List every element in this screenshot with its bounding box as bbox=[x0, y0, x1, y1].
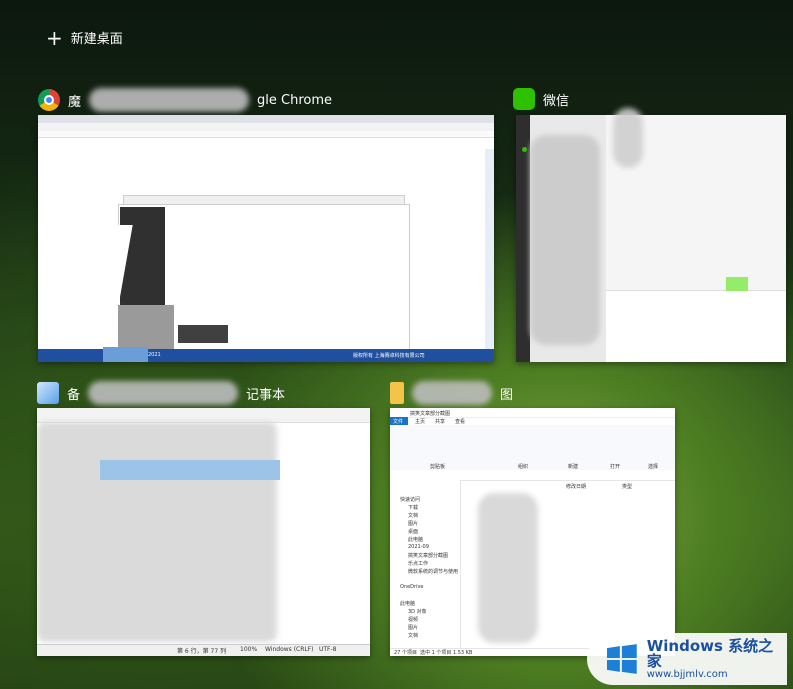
notepad-thumbnail: 第 6 行，第 77 列 100% Windows (CRLF) UTF-8 bbox=[37, 408, 370, 656]
footer-left: 2021 bbox=[148, 352, 161, 358]
watermark-brand: Windows 系统之家 bbox=[646, 636, 774, 670]
nav-folder-work[interactable]: 乐点工作 bbox=[408, 560, 428, 567]
nav-documents-2[interactable]: 文档 bbox=[408, 632, 418, 639]
new-desktop-label: 新建桌面 bbox=[70, 32, 123, 47]
explorer-thumbnail: 搞笑文章部分截图 文件 主页 共享 查看 剪贴板 组织 新建 打开 选择 快速访… bbox=[390, 408, 675, 656]
watermark-url: www.bjjmlv.com bbox=[646, 668, 728, 680]
group-select: 选择 bbox=[648, 464, 659, 470]
window-title-start: 备 bbox=[67, 387, 81, 403]
column-date[interactable]: 修改日期 bbox=[566, 483, 586, 490]
nav-quick-access[interactable]: 快速访问 bbox=[400, 496, 420, 503]
group-organize: 组织 bbox=[518, 464, 529, 470]
explorer-path: 搞笑文章部分截图 bbox=[410, 411, 451, 417]
redacted-title bbox=[89, 88, 250, 112]
redacted-title bbox=[88, 381, 239, 405]
folder-icon bbox=[390, 382, 404, 404]
ribbon-tab-home[interactable]: 主页 bbox=[415, 418, 425, 425]
ribbon-tab-file[interactable]: 文件 bbox=[393, 418, 403, 425]
nav-downloads[interactable]: 下载 bbox=[408, 504, 418, 511]
nav-onedrive[interactable]: OneDrive bbox=[400, 584, 424, 590]
nav-3d-objects[interactable]: 3D 对象 bbox=[408, 608, 427, 615]
nav-2021-09[interactable]: 2021-09 bbox=[408, 544, 429, 550]
nav-documents[interactable]: 文档 bbox=[408, 512, 418, 519]
group-new: 新建 bbox=[568, 464, 579, 470]
status-item-count: 27 个项目 bbox=[394, 650, 417, 656]
nav-desktop[interactable]: 桌面 bbox=[408, 528, 418, 535]
notepad-icon bbox=[37, 382, 59, 404]
status-selection: 选中 1 个项目 1.53 KB bbox=[420, 650, 473, 656]
nav-pictures-2[interactable]: 图片 bbox=[408, 624, 418, 631]
window-title-end: 图 bbox=[500, 387, 514, 403]
nav-this-pc[interactable]: 此电脑 bbox=[408, 536, 423, 543]
wechat-thumbnail bbox=[516, 115, 786, 362]
window-title-start: 微信 bbox=[543, 93, 570, 109]
group-open: 打开 bbox=[610, 464, 621, 470]
status-encoding: UTF-8 bbox=[319, 646, 337, 653]
window-title-start: 魔 bbox=[68, 94, 82, 110]
windows-logo-icon bbox=[606, 644, 637, 674]
status-eol: Windows (CRLF) bbox=[265, 646, 314, 653]
redacted-title bbox=[412, 381, 492, 405]
column-type[interactable]: 类型 bbox=[622, 483, 632, 490]
plus-icon: + bbox=[46, 25, 63, 50]
status-position: 第 6 行，第 77 列 bbox=[177, 648, 227, 655]
ribbon-tab-share[interactable]: 共享 bbox=[435, 418, 445, 425]
group-clipboard: 剪贴板 bbox=[430, 464, 446, 470]
footer-right: 版权所有 上海赛卓科技有限公司 bbox=[353, 353, 425, 359]
status-zoom: 100% bbox=[240, 646, 258, 653]
nav-videos[interactable]: 视频 bbox=[408, 616, 418, 623]
chrome-thumbnail: 2021 版权所有 上海赛卓科技有限公司 bbox=[38, 115, 494, 362]
ribbon-tab-view[interactable]: 查看 bbox=[455, 418, 465, 425]
nav-folder-screenshots[interactable]: 搞笑文章部分截图 bbox=[408, 552, 448, 559]
nav-pictures[interactable]: 图片 bbox=[408, 520, 418, 527]
chrome-icon bbox=[38, 89, 60, 111]
new-desktop-button[interactable]: + 新建桌面 bbox=[46, 25, 123, 50]
window-title-end: gle Chrome bbox=[257, 92, 333, 108]
nav-this-pc-2[interactable]: 此电脑 bbox=[400, 600, 415, 607]
nav-folder-system[interactable]: 微软系统的调节与使用 bbox=[408, 568, 458, 575]
watermark: Windows 系统之家 www.bjjmlv.com bbox=[587, 633, 787, 685]
window-title-end: 记事本 bbox=[246, 387, 286, 403]
wechat-icon bbox=[513, 88, 535, 110]
